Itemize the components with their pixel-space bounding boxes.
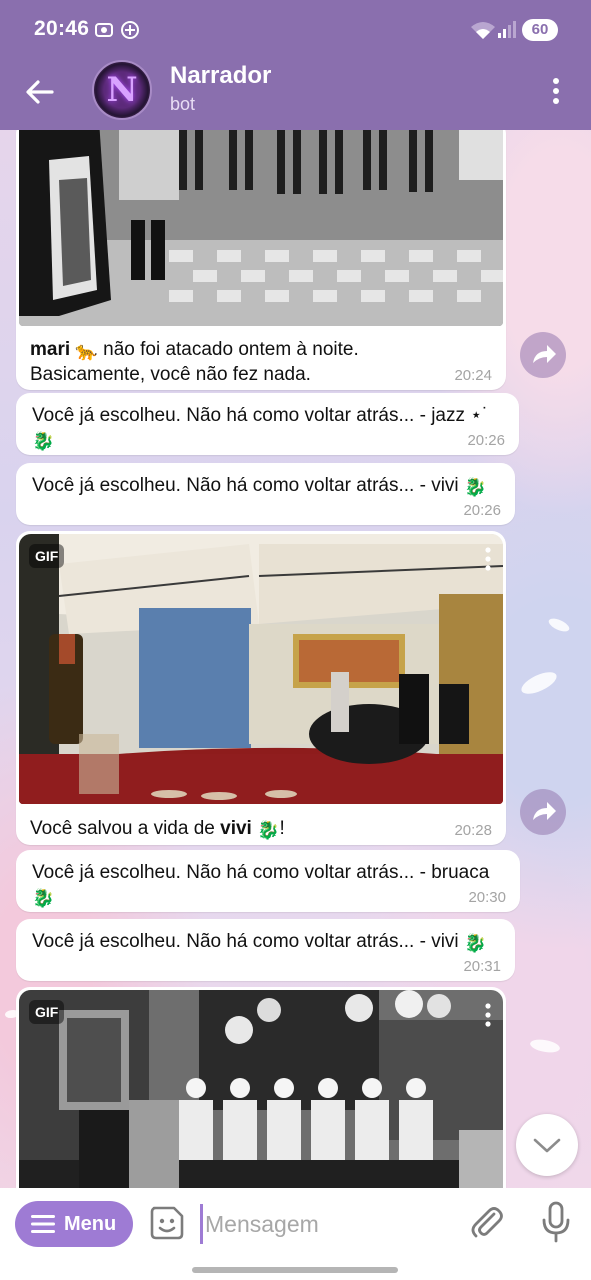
hamburger-icon (31, 1215, 55, 1233)
message-list[interactable]: mari 🐆 não foi atacado ontem à noite. Ba… (0, 130, 591, 1188)
caption-line2: Basicamente, você não fez nada. (30, 364, 311, 385)
bot-menu-button[interactable]: Menu (15, 1201, 133, 1247)
message-text: Você já escolheu. Não há como voltar atr… (32, 475, 487, 497)
battery-indicator: 60 (522, 19, 558, 41)
home-indicator[interactable] (192, 1267, 398, 1273)
message-text: Você já escolheu. Não há como voltar atr… (32, 405, 489, 451)
message-time: 20:24 (454, 367, 492, 384)
status-time: 20:46 (34, 17, 90, 40)
dragon-emoji-icon: 🐉 (463, 933, 487, 953)
signal-icon (498, 21, 516, 38)
notification-icon (121, 21, 139, 39)
message-text: Você já escolheu. Não há como voltar atr… (32, 862, 490, 908)
avatar-letter: N (106, 70, 138, 110)
message-time: 20:30 (468, 889, 506, 906)
message-time: 20:26 (467, 432, 505, 449)
gif-menu-icon[interactable] (483, 1002, 493, 1028)
message-caption: Você salvou a vida de vivi 🐉! (30, 818, 285, 840)
message-bubble[interactable]: GIF (16, 987, 506, 1188)
message-time: 20:31 (463, 958, 501, 975)
message-text: Você já escolheu. Não há como voltar atr… (32, 931, 487, 953)
microphone-icon[interactable] (540, 1200, 572, 1244)
status-bar: 20:46 60 (0, 0, 591, 60)
message-bubble[interactable]: Você já escolheu. Não há como voltar atr… (16, 393, 519, 455)
paperclip-icon[interactable] (468, 1202, 506, 1242)
message-image[interactable] (19, 130, 503, 326)
gif-badge: GIF (29, 544, 65, 568)
scroll-to-bottom-button[interactable] (516, 1114, 578, 1176)
message-bubble[interactable]: Você já escolheu. Não há como voltar atr… (16, 463, 515, 525)
chat-subtitle: bot (170, 94, 196, 114)
chat-header: N Narrador bot (0, 60, 591, 130)
menu-label: Menu (64, 1213, 117, 1235)
message-gif[interactable]: GIF (19, 534, 503, 804)
back-arrow-icon[interactable] (22, 74, 58, 110)
wifi-icon (471, 22, 495, 39)
message-gif[interactable]: GIF (19, 990, 503, 1188)
dragon-emoji-icon: 🐉 (32, 888, 55, 908)
chat-title[interactable]: Narrador (170, 62, 271, 90)
message-time: 20:28 (454, 822, 492, 839)
dragon-emoji-icon: 🐉 (32, 431, 55, 451)
gif-menu-icon[interactable] (483, 546, 493, 572)
forward-button[interactable] (520, 332, 566, 378)
player-name: mari (30, 339, 71, 360)
emoji-sticker-icon[interactable] (148, 1204, 186, 1242)
forward-button[interactable] (520, 789, 566, 835)
forward-arrow-icon (533, 802, 556, 820)
gif-badge: GIF (29, 1000, 65, 1024)
message-bubble[interactable]: GIF Você salvou a vida de vivi 🐉! 20:28 (16, 531, 506, 845)
leopard-emoji-icon: 🐆 (75, 341, 98, 361)
forward-arrow-icon (533, 345, 556, 363)
message-bubble[interactable]: Você já escolheu. Não há como voltar atr… (16, 850, 520, 912)
message-time: 20:26 (463, 502, 501, 519)
saved-player-name: vivi (220, 818, 252, 839)
dragon-emoji-icon: 🐉 (257, 820, 280, 840)
message-bubble[interactable]: mari 🐆 não foi atacado ontem à noite. Ba… (16, 130, 506, 390)
bot-avatar[interactable]: N (92, 60, 152, 120)
caption-line1: não foi atacado ontem à noite. (97, 339, 359, 360)
chevron-down-icon (533, 1138, 561, 1153)
message-input[interactable] (200, 1204, 450, 1244)
screenshot-icon (95, 23, 113, 37)
dragon-emoji-icon: 🐉 (463, 477, 487, 497)
message-caption: mari 🐆 não foi atacado ontem à noite. Ba… (30, 338, 450, 387)
message-bubble[interactable]: Você já escolheu. Não há como voltar atr… (16, 919, 515, 981)
more-options-icon[interactable] (544, 76, 568, 106)
